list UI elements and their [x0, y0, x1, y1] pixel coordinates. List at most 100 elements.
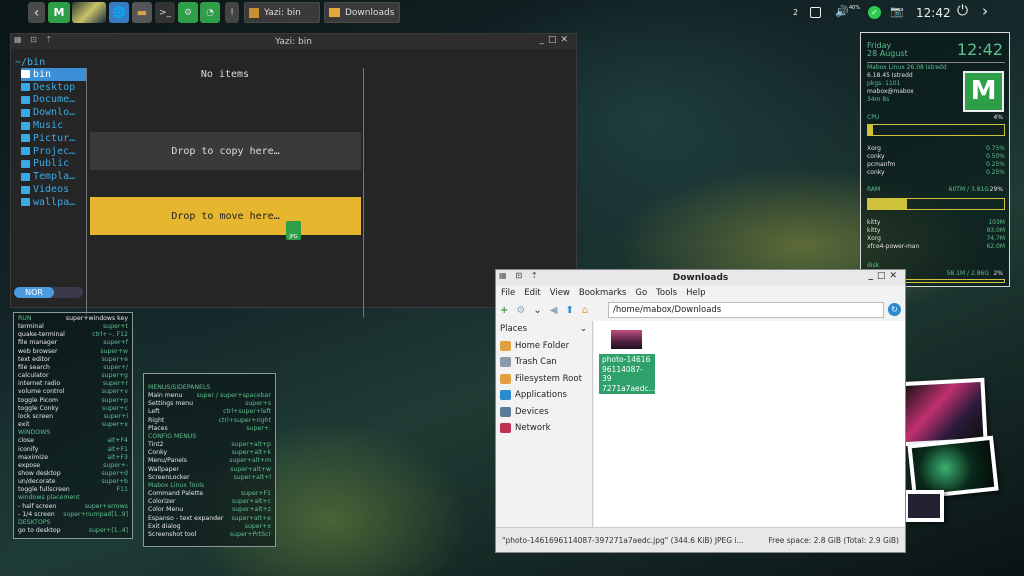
shortcut-label: super+w: [100, 347, 128, 355]
action-label: Colorizer: [148, 498, 176, 506]
places-item[interactable]: Devices: [497, 404, 592, 421]
places-label: Places: [500, 324, 528, 335]
menu-view[interactable]: View: [550, 288, 570, 298]
action-label: quake-terminal: [18, 331, 65, 339]
menu-edit[interactable]: Edit: [524, 288, 540, 298]
directory-item[interactable]: Desktop: [21, 81, 87, 94]
menu-bar: File Edit View Bookmarks Go Tools Help: [496, 285, 905, 300]
directory-item[interactable]: bin: [21, 68, 87, 81]
keybinding-row: maximize alt+F3: [18, 454, 128, 462]
process-name: conky: [867, 153, 885, 160]
workspace-indicator[interactable]: 2: [793, 8, 798, 17]
directory-item[interactable]: Public: [21, 158, 87, 171]
home-icon[interactable]: ⌂: [582, 305, 588, 316]
process-name: kitty: [867, 227, 881, 234]
places-item[interactable]: Home Folder: [497, 338, 592, 355]
mabox-logo-icon[interactable]: M: [48, 2, 70, 23]
action-label: show desktop: [18, 469, 61, 477]
task-label: Downloads: [345, 7, 395, 18]
settings-icon[interactable]: ⚙: [516, 305, 525, 316]
task-downloads[interactable]: Downloads: [324, 2, 400, 23]
terminal-icon[interactable]: >_: [155, 2, 175, 23]
info-icon[interactable]: !: [225, 2, 239, 23]
directory-name: Projec…: [33, 145, 76, 157]
directory-item[interactable]: Music: [21, 119, 87, 132]
directory-item[interactable]: Pictur…: [21, 132, 87, 145]
place-label: Network: [515, 423, 551, 434]
file-item[interactable]: photo-14616 96114087-39 7271a7aedc...: [599, 354, 656, 394]
menu-help[interactable]: Help: [686, 288, 705, 298]
places-header[interactable]: Places ⌄: [497, 321, 592, 338]
power-icon[interactable]: ⏻: [957, 3, 968, 19]
status-bar: "photo-1461696114087-397271a7aedc.jpg" (…: [496, 527, 905, 552]
shortcut-label: super+c: [101, 404, 128, 412]
up-icon[interactable]: ⬆: [565, 305, 573, 316]
menu-bookmarks[interactable]: Bookmarks: [579, 288, 627, 298]
shortcut-label: super+alt+m: [229, 457, 271, 465]
clock-app-icon[interactable]: ◔: [200, 2, 220, 23]
places-item[interactable]: Trash Can: [497, 354, 592, 371]
action-label: internet radio: [18, 380, 61, 388]
keybinding-row: Colorizer super+alt+c: [148, 498, 271, 506]
keybinding-row: Places super+.: [148, 425, 271, 433]
menu-go[interactable]: Go: [635, 288, 647, 298]
keybinding-row: iconify alt+F1: [18, 446, 128, 454]
action-label: windows placement: [18, 494, 80, 502]
shortcut-label: F11: [116, 486, 128, 494]
titlebar[interactable]: ▦ ⊡ ⇡ Yazi: bin _□✕: [11, 34, 576, 49]
titlebar[interactable]: ▦ ⊡ ⇡ Downloads _□✕: [496, 270, 905, 285]
directory-item[interactable]: Docume…: [21, 94, 87, 107]
task-yazi[interactable]: Yazi: bin: [244, 2, 320, 23]
drop-copy-zone[interactable]: Drop to copy here…: [90, 132, 361, 170]
places-item[interactable]: Network: [497, 420, 592, 437]
place-icon: [500, 423, 511, 434]
process-value: 103M: [988, 219, 1005, 226]
directory-item[interactable]: Projec…: [21, 145, 87, 158]
place-label: Applications: [515, 390, 567, 401]
action-label: Places: [148, 424, 168, 432]
directory-item[interactable]: Downlo…: [21, 106, 87, 119]
keybinding-row: - 1/4 screen super+numpad[1..9]: [18, 511, 128, 519]
keybindings-panel-left: RUN super+windows key terminal super+t quake…: [13, 312, 133, 539]
process-row: conky 0.50%: [867, 153, 1005, 161]
conky-date: 28 August: [867, 49, 908, 58]
back-icon[interactable]: ◀: [550, 305, 558, 316]
globe-icon[interactable]: 🌐: [109, 2, 129, 23]
chevron-right-icon[interactable]: ›: [982, 2, 988, 20]
menu-file[interactable]: File: [501, 288, 515, 298]
place-icon: [500, 340, 511, 351]
drop-move-zone[interactable]: Drop to move here…: [90, 197, 361, 235]
camera-icon[interactable]: 📷: [890, 5, 904, 18]
wallpaper-thumbnail-icon[interactable]: [72, 2, 106, 23]
shortcut-label: super+f: [103, 339, 128, 347]
window-controls[interactable]: _□✕: [539, 35, 572, 45]
refresh-icon[interactable]: ↻: [888, 303, 901, 316]
clock[interactable]: 12:42: [916, 6, 951, 20]
process-row: kitty 103M: [867, 219, 1005, 227]
folder-icon[interactable]: ▬: [132, 2, 152, 23]
new-tab-icon[interactable]: +: [500, 305, 508, 316]
accessory-icon[interactable]: ⚙: [178, 2, 198, 23]
window-controls[interactable]: _□✕: [868, 271, 901, 281]
conky-pkgs: pkgs: 1101: [867, 80, 901, 87]
directory-item[interactable]: wallpa…: [21, 196, 87, 209]
places-item[interactable]: Applications: [497, 387, 592, 404]
action-label: terminal: [18, 323, 44, 331]
shortcut-label: super+F1: [240, 490, 271, 498]
image-thumbnail[interactable]: [611, 330, 642, 349]
notification-icon[interactable]: [810, 7, 821, 18]
keybinding-row: file manager super+f: [18, 339, 128, 347]
chevron-down-icon[interactable]: ⌄: [533, 305, 541, 316]
volume-icon[interactable]: 🔊: [835, 5, 849, 18]
shield-icon[interactable]: ✓: [868, 6, 881, 19]
current-path: ~/bin: [15, 57, 46, 68]
location-bar[interactable]: /home/mabox/Downloads: [608, 302, 884, 318]
places-item[interactable]: Filesystem Root: [497, 371, 592, 388]
menu-tools[interactable]: Tools: [656, 288, 677, 298]
action-label: Espanso - text expander: [148, 514, 224, 522]
directory-item[interactable]: Videos: [21, 183, 87, 196]
directory-item[interactable]: Templa…: [21, 170, 87, 183]
back-button[interactable]: ‹: [28, 2, 45, 23]
ram-pct: 29%: [989, 186, 1003, 193]
keybinding-row: Color Menu super+alt+z: [148, 506, 271, 514]
